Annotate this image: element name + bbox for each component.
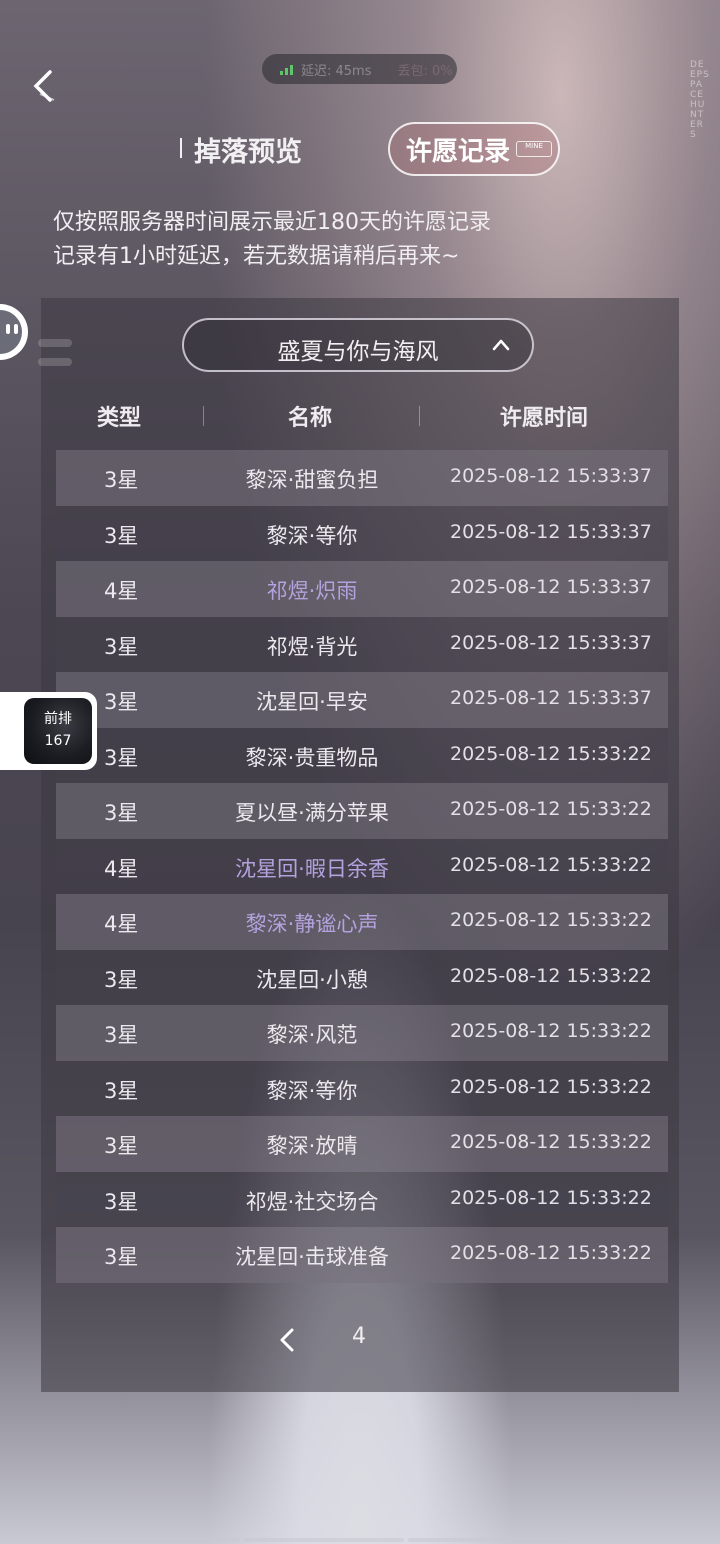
cell-name: 沈星回·早安: [256, 690, 368, 714]
cell-name: 黎深·等你: [266, 1078, 358, 1103]
cell-time: 2025-08-12 15:33:22: [450, 798, 652, 820]
cell-type: 4星: [104, 579, 139, 603]
floating-widget-thumb: 前排 167: [24, 698, 92, 764]
table-row: 3星 黎深·等你 2025-08-12 15:33:37: [56, 505, 668, 561]
cell-type: 3星: [104, 745, 139, 770]
cell-name: 黎深·静谧心声: [245, 912, 379, 936]
cell-time: 2025-08-12 15:33:22: [450, 1075, 652, 1098]
floating-widget-line-1: 前排: [44, 711, 72, 727]
cell-type: 3星: [104, 634, 139, 659]
cell-type: 3星: [104, 690, 139, 714]
notice-text: 仅按照服务器时间展示最近180天的许愿记录 记录有1小时延迟，若无数据请稍后再来…: [53, 206, 491, 274]
table-row: 4星 沈星回·暇日余香 2025-08-12 15:33:22: [56, 838, 668, 894]
table-row: 3星 黎深·等你 2025-08-12 15:33:22: [56, 1060, 668, 1116]
cell-type: 3星: [104, 967, 139, 992]
table-row: 3星 黎深·放晴 2025-08-12 15:33:22: [56, 1116, 668, 1172]
cell-name: 祁煜·背光: [266, 634, 358, 659]
cell-time: 2025-08-12 15:33:22: [450, 1020, 652, 1042]
cell-name: 祁煜·炽雨: [266, 579, 358, 603]
header-name: 名称: [288, 405, 333, 431]
prev-page-icon[interactable]: [276, 1326, 300, 1354]
header-divider: [203, 406, 204, 426]
cell-type: 3星: [104, 1078, 139, 1103]
cell-name: 黎深·贵重物品: [245, 745, 379, 770]
table-row: 3星 沈星回·小憩 2025-08-12 15:33:22: [56, 949, 668, 1005]
cell-time: 2025-08-12 15:33:22: [450, 853, 652, 876]
table-row: 3星 黎深·贵重物品 2025-08-12 15:33:22: [56, 727, 668, 783]
floating-widget-line-2: 167: [44, 733, 72, 749]
header-divider: [419, 406, 420, 426]
tab-wish-record[interactable]: 许愿记录 MINE: [388, 122, 560, 176]
cell-type: 3星: [104, 468, 139, 492]
back-icon[interactable]: [26, 66, 66, 106]
cell-name: 黎深·放晴: [266, 1134, 358, 1158]
cell-type: 4星: [104, 912, 139, 936]
tab-drop-preview-label: 掉落预览: [194, 137, 302, 168]
cell-time: 2025-08-12 15:33:37: [450, 687, 652, 709]
cell-time: 2025-08-12 15:33:37: [450, 520, 652, 543]
packet-loss-text: 丢包: 0%: [397, 63, 453, 79]
table-row: 3星 黎深·甜蜜负担 2025-08-12 15:33:37: [56, 450, 668, 506]
table-row: 3星 沈星回·早安 2025-08-12 15:33:37: [56, 672, 668, 728]
table-row: 4星 黎深·静谧心声 2025-08-12 15:33:22: [56, 894, 668, 950]
cell-name: 黎深·甜蜜负担: [245, 468, 379, 492]
cell-type: 3星: [104, 1023, 139, 1047]
cell-time: 2025-08-12 15:33:22: [450, 1186, 652, 1209]
table-row: 3星 祁煜·背光 2025-08-12 15:33:37: [56, 616, 668, 672]
tab-drop-preview[interactable]: 掉落预览: [180, 130, 302, 169]
notice-line-2: 记录有1小时延迟，若无数据请稍后再来~: [53, 244, 460, 269]
cell-name: 沈星回·击球准备: [235, 1245, 389, 1269]
table-row: 3星 黎深·风范 2025-08-12 15:33:22: [56, 1005, 668, 1061]
notice-line-1: 仅按照服务器时间展示最近180天的许愿记录: [53, 210, 491, 235]
cell-name: 夏以昼·满分苹果: [235, 801, 389, 825]
cell-name: 祁煜·社交场合: [245, 1189, 379, 1214]
pagination: 4: [0, 1320, 720, 1360]
cell-time: 2025-08-12 15:33:22: [450, 1242, 652, 1264]
cell-time: 2025-08-12 15:33:22: [450, 1131, 652, 1153]
cell-time: 2025-08-12 15:33:37: [450, 576, 652, 598]
chevron-up-icon: [492, 339, 510, 351]
page-number: 4: [352, 1324, 366, 1349]
top-bar: 延迟: 45ms 丢包: 0% DEEPSPACE HUNTERS: [0, 0, 720, 140]
cell-name: 沈星回·小憩: [256, 967, 368, 992]
cell-name: 沈星回·暇日余香: [235, 856, 389, 881]
cell-type: 4星: [104, 856, 139, 881]
header-type: 类型: [97, 405, 142, 431]
table-row: 3星 夏以昼·满分苹果 2025-08-12 15:33:22: [56, 783, 668, 839]
cell-name: 黎深·等你: [266, 523, 358, 548]
table-row: 3星 祁煜·社交场合 2025-08-12 15:33:22: [56, 1171, 668, 1227]
signal-bars-icon: [280, 63, 293, 75]
cell-time: 2025-08-12 15:33:22: [450, 909, 652, 931]
record-list: 3星 黎深·甜蜜负担 2025-08-12 15:33:37 3星 黎深·等你 2025-…: [56, 450, 668, 1283]
chat-bubble-icon[interactable]: [0, 298, 34, 364]
network-status: 延迟: 45ms 丢包: 0%: [262, 54, 457, 84]
table-header: 类型 名称 许愿时间: [41, 388, 679, 444]
latency-text: 延迟: 45ms: [301, 63, 372, 79]
table-row: 4星 祁煜·炽雨 2025-08-12 15:33:37: [56, 561, 668, 617]
tab-wish-record-label: 许愿记录: [406, 136, 511, 167]
cell-time: 2025-08-12 15:33:37: [450, 631, 652, 654]
mine-badge: MINE: [516, 141, 553, 157]
cell-name: 黎深·风范: [266, 1023, 358, 1047]
cell-type: 3星: [104, 1245, 139, 1269]
side-indicator: [38, 332, 118, 366]
gesture-bar: [0, 1538, 720, 1544]
cell-type: 3星: [104, 801, 139, 825]
pool-selector-label: 盛夏与你与海风: [277, 339, 439, 365]
header-time: 许愿时间: [500, 405, 589, 431]
floating-widget[interactable]: 前排 167: [0, 692, 97, 770]
cell-time: 2025-08-12 15:33:22: [450, 964, 652, 987]
tab-bar: 掉落预览 许愿记录 MINE: [0, 122, 720, 178]
cell-type: 3星: [104, 1134, 139, 1158]
cell-type: 3星: [104, 523, 139, 548]
cell-time: 2025-08-12 15:33:37: [450, 465, 652, 487]
cell-time: 2025-08-12 15:33:22: [450, 742, 652, 765]
pool-selector[interactable]: 盛夏与你与海风: [182, 318, 534, 372]
table-row: 3星 沈星回·击球准备 2025-08-12 15:33:22: [56, 1227, 668, 1283]
cell-type: 3星: [104, 1189, 139, 1214]
